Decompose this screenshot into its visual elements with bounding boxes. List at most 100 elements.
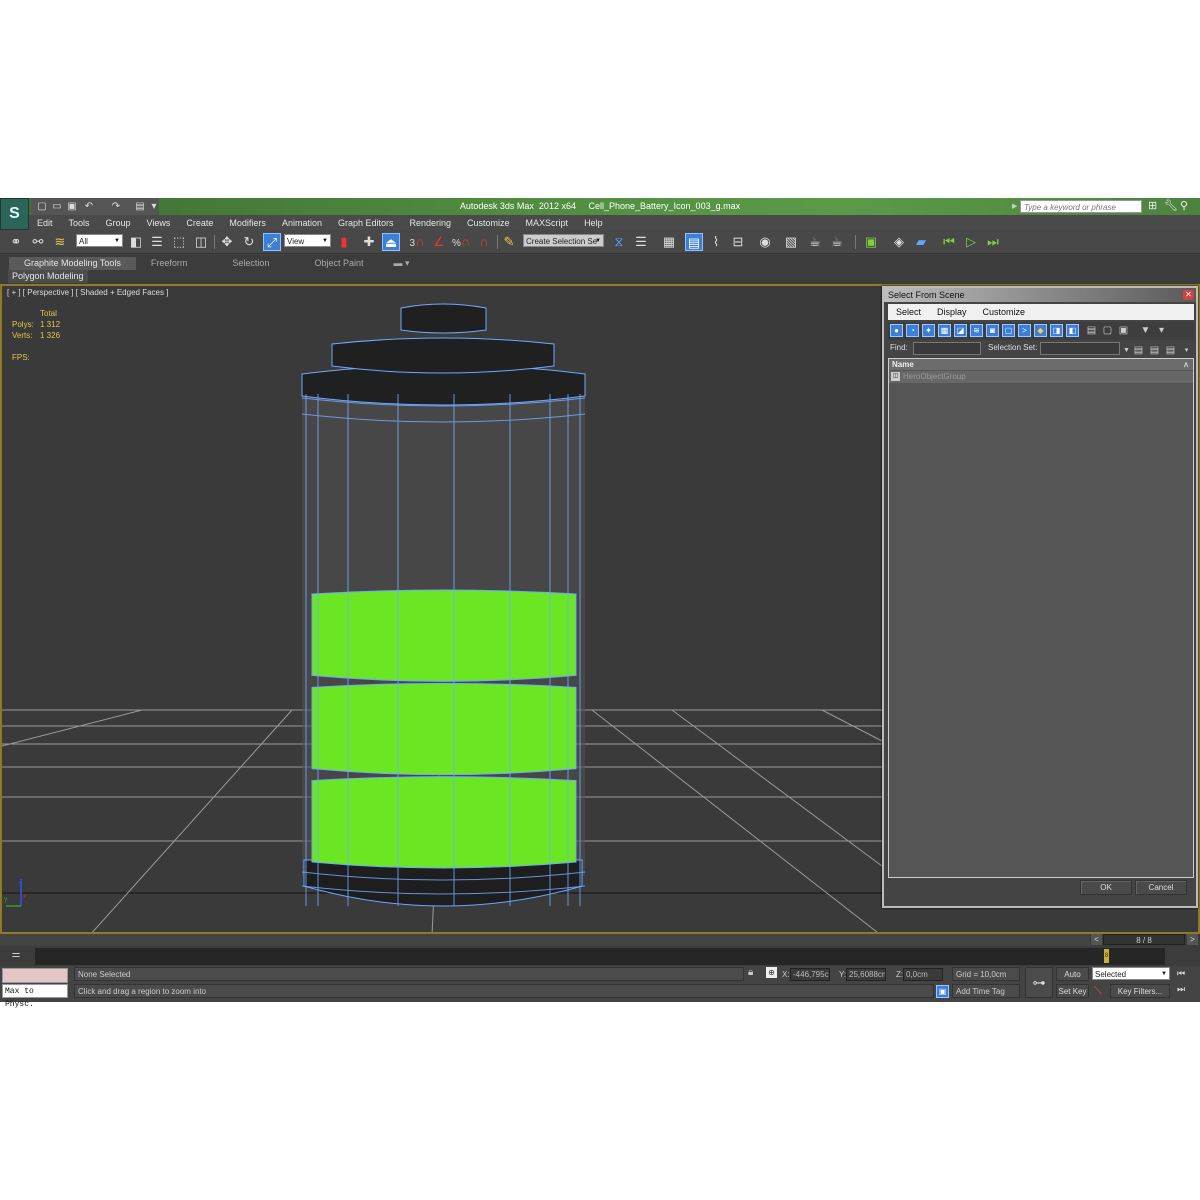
reference-coordinate-dropdown[interactable]: View [284,234,331,248]
keyboard-shortcut-override-icon[interactable]: ⏏ [382,233,400,251]
rotate-icon[interactable]: ↻ [240,233,258,251]
absolute-mode-icon[interactable]: ⊕ [766,967,777,978]
display-helpers-icon[interactable]: ◪ [954,324,967,337]
snap-toggle-icon[interactable]: 3∩ [408,233,426,251]
menu-help[interactable]: Help [576,218,611,228]
dialog-menu-display[interactable]: Display [929,307,975,317]
select-invert-icon[interactable]: ▣ [1118,324,1129,337]
bind-space-warp-icon[interactable]: ≋ [51,233,69,251]
key-tangent-icon[interactable]: ⟍ [1094,985,1102,998]
time-tag-icon[interactable]: ▣ [936,985,949,998]
battery-tool-icon[interactable]: ▰ [912,233,930,251]
set-key-mode-button[interactable]: ⊶ [1025,967,1053,998]
display-space-warps-icon[interactable]: ≋ [970,324,983,337]
hierarchy-select-icon[interactable]: ▤ [1133,344,1144,357]
selection-set-dropdown-arrow[interactable]: ▼ [1121,344,1132,357]
display-geometry-icon[interactable]: ● [890,324,903,337]
mini-curve-editor-icon[interactable]: ⚌ [3,949,29,963]
render-production-icon[interactable]: ☕︎ [828,233,846,251]
close-icon[interactable]: ✕ [1183,290,1194,300]
auto-key-button[interactable]: Auto Key [1056,967,1089,992]
render-setup-icon[interactable]: ▧ [782,233,800,251]
filter-icon[interactable]: ▼ [1140,324,1151,337]
material-editor-icon[interactable]: ◉ [756,233,774,251]
angle-snap-icon[interactable]: ∠ [430,233,448,251]
name-column-header[interactable]: Name ∧ [889,359,1193,370]
go-to-start-icon[interactable]: ⏮ [1177,968,1185,979]
time-slider-next-button[interactable]: > [1187,934,1198,945]
previous-key-icon[interactable]: ⏮ [940,233,958,251]
ribbon-options-icon[interactable]: ▬ ▾ [378,257,424,270]
rectangular-selection-icon[interactable]: ⬚ [170,233,188,251]
display-hidden-icon[interactable]: ◧ [1066,324,1079,337]
maxscript-mini-listener[interactable]: Max to Physc. [2,984,68,1009]
pivot-center-icon[interactable]: ▮ [335,233,353,251]
menu-group[interactable]: Group [98,218,139,228]
menu-rendering[interactable]: Rendering [402,218,460,228]
options-arrow-icon[interactable]: ▾ [1181,344,1192,357]
dialog-menu-customize[interactable]: Customize [975,307,1034,317]
display-groups-icon[interactable]: ◙ [986,324,999,337]
tab-graphite-modeling-tools[interactable]: Graphite Modeling Tools [9,257,136,270]
mirror-icon[interactable]: ⧖ [610,233,628,251]
menu-create[interactable]: Create [178,218,221,228]
menu-graph-editors[interactable]: Graph Editors [330,218,402,228]
spinner-snap-icon[interactable]: ∩ [475,233,493,251]
set-key-button[interactable]: Set Key [1056,984,1089,998]
play-key-icon[interactable]: ▷ [962,233,980,251]
tab-object-paint[interactable]: Object Paint [299,257,378,270]
menu-tools[interactable]: Tools [61,218,98,228]
select-by-name-icon[interactable]: ☰ [148,233,166,251]
menu-animation[interactable]: Animation [274,218,330,228]
binoculars-icon[interactable]: ⊞ [1148,199,1157,212]
named-selection-sets-dropdown[interactable]: Create Selection Se [523,234,604,248]
menu-views[interactable]: Views [139,218,179,228]
cancel-button[interactable]: Cancel [1135,880,1187,895]
objects-icon[interactable]: ◈ [890,233,908,251]
selection-set-dropdown[interactable] [1040,342,1120,355]
viewport-label[interactable]: [ + ] [ Perspective ] [ Shaded + Edged F… [7,288,168,297]
menu-maxscript[interactable]: MAXScript [518,218,577,228]
filter-options-icon[interactable]: ▾ [1156,324,1167,337]
display-lights-icon[interactable]: ✦ [922,324,935,337]
search-expand-icon[interactable]: ▶ [1012,202,1017,210]
menu-edit[interactable]: Edit [29,218,61,228]
z-coordinate-field[interactable]: 0,0cm [903,968,943,981]
select-manipulate-icon[interactable]: ✚ [360,233,378,251]
window-crossing-icon[interactable]: ◫ [192,233,210,251]
display-containers-icon[interactable]: ◆ [1034,324,1047,337]
align-icon[interactable]: ☰ [632,233,650,251]
x-coordinate-field[interactable]: -446,795cm [790,968,830,981]
menu-customize[interactable]: Customize [459,218,518,228]
link-icon[interactable]: ⚭ [7,233,25,251]
time-slider[interactable]: < 8 / 8 > [1090,934,1200,946]
dialog-menu-select[interactable]: Select [888,307,929,317]
tab-freeform[interactable]: Freeform [136,257,203,270]
display-xrefs-icon[interactable]: ▢ [1002,324,1015,337]
unlink-icon[interactable]: ⚯ [29,233,47,251]
ok-button[interactable]: OK [1080,880,1132,895]
display-cameras-icon[interactable]: ▩ [938,324,951,337]
maxscript-listener-output[interactable] [2,968,68,983]
satellite-icon[interactable]: ⚲ [1180,199,1188,212]
select-none-icon[interactable]: ▢ [1102,324,1113,337]
display-shapes-icon[interactable]: ◔ [906,324,919,337]
select-dependents-icon[interactable]: ▤ [1165,344,1176,357]
search-input[interactable]: Type a keyword or phrase [1020,200,1142,213]
lock-selection-icon[interactable]: 🔒︎ [748,967,753,978]
time-slider-frame[interactable]: 8 / 8 [1103,934,1185,945]
display-frozen-icon[interactable]: ◨ [1050,324,1063,337]
app-logo-button[interactable]: S [0,198,29,230]
menu-modifiers[interactable]: Modifiers [221,218,274,228]
tab-selection[interactable]: Selection [202,257,299,270]
polygon-modeling-panel[interactable]: Polygon Modeling [8,270,88,283]
schematic-view-icon[interactable]: ⊟ [729,233,747,251]
y-coordinate-field[interactable]: 25,6088cm [846,968,886,981]
edit-named-selection-icon[interactable]: ✎ [500,233,518,251]
find-input[interactable] [913,342,981,355]
wrench-icon[interactable]: 🔧︎ [1164,199,1178,212]
display-bones-icon[interactable]: > [1018,324,1031,337]
container-icon[interactable]: ▣ [862,233,880,251]
rendered-frame-window-icon[interactable]: ☕︎ [806,233,824,251]
current-frame-key[interactable]: 8 [1104,949,1109,963]
